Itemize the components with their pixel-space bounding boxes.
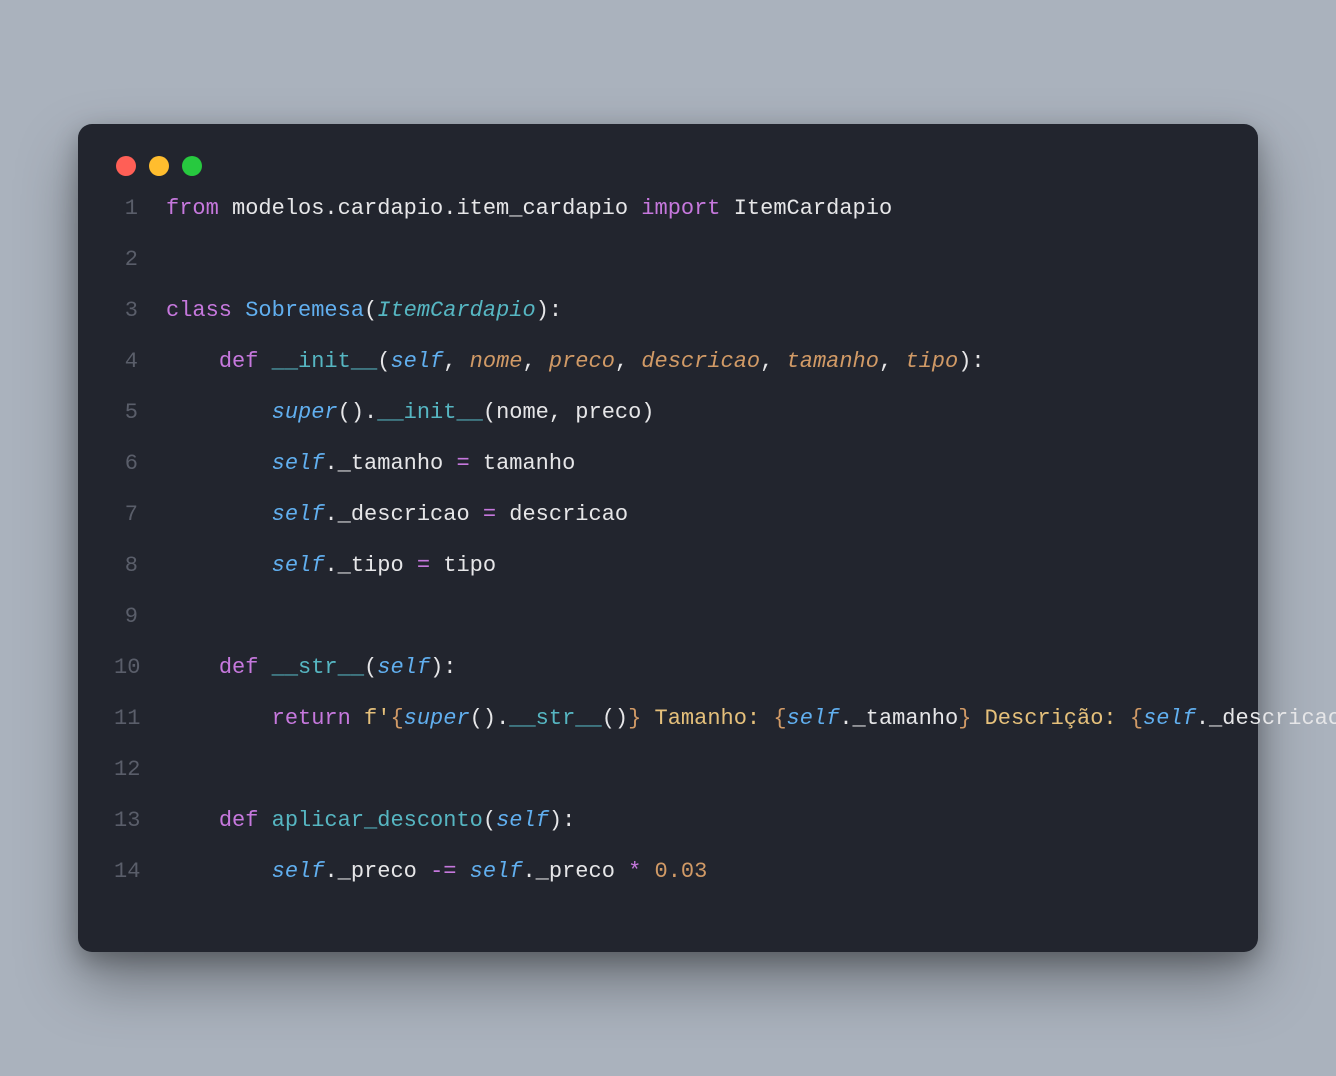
line-number: 2 bbox=[114, 249, 166, 271]
code-text: def aplicar_desconto(self): bbox=[166, 810, 575, 832]
line-number: 1 bbox=[114, 198, 166, 220]
line-number: 11 bbox=[114, 708, 166, 730]
zoom-icon[interactable] bbox=[182, 156, 202, 176]
code-editor-window: 1 from modelos.cardapio.item_cardapio im… bbox=[78, 124, 1258, 952]
line-number: 12 bbox=[114, 759, 166, 781]
code-text: class Sobremesa(ItemCardapio): bbox=[166, 300, 562, 322]
line-number: 4 bbox=[114, 351, 166, 373]
code-line: 2 bbox=[114, 249, 1222, 300]
code-text: self._descricao = descricao bbox=[166, 504, 628, 526]
line-number: 14 bbox=[114, 861, 166, 883]
minimize-icon[interactable] bbox=[149, 156, 169, 176]
line-number: 3 bbox=[114, 300, 166, 322]
code-line: 7 self._descricao = descricao bbox=[114, 504, 1222, 555]
line-number: 6 bbox=[114, 453, 166, 475]
code-text: super().__init__(nome, preco) bbox=[166, 402, 655, 424]
line-number: 13 bbox=[114, 810, 166, 832]
close-icon[interactable] bbox=[116, 156, 136, 176]
line-number: 8 bbox=[114, 555, 166, 577]
code-line: 6 self._tamanho = tamanho bbox=[114, 453, 1222, 504]
code-line: 9 bbox=[114, 606, 1222, 657]
line-number: 5 bbox=[114, 402, 166, 424]
code-line: 8 self._tipo = tipo bbox=[114, 555, 1222, 606]
code-line: 12 bbox=[114, 759, 1222, 810]
code-line: 14 self._preco -= self._preco * 0.03 bbox=[114, 861, 1222, 912]
code-text: self._tamanho = tamanho bbox=[166, 453, 575, 475]
line-number: 7 bbox=[114, 504, 166, 526]
code-text: from modelos.cardapio.item_cardapio impo… bbox=[166, 198, 892, 220]
code-line: 11 return f'{super().__str__()} Tamanho:… bbox=[114, 708, 1222, 759]
code-area[interactable]: 1 from modelos.cardapio.item_cardapio im… bbox=[114, 198, 1222, 912]
code-text: return f'{super().__str__()} Tamanho: {s… bbox=[166, 708, 1336, 730]
code-text: self._preco -= self._preco * 0.03 bbox=[166, 861, 707, 883]
code-line: 10 def __str__(self): bbox=[114, 657, 1222, 708]
code-text: def __init__(self, nome, preco, descrica… bbox=[166, 351, 985, 373]
code-text: def __str__(self): bbox=[166, 657, 456, 679]
code-line: 3 class Sobremesa(ItemCardapio): bbox=[114, 300, 1222, 351]
code-line: 1 from modelos.cardapio.item_cardapio im… bbox=[114, 198, 1222, 249]
line-number: 10 bbox=[114, 657, 166, 679]
line-number: 9 bbox=[114, 606, 166, 628]
code-line: 13 def aplicar_desconto(self): bbox=[114, 810, 1222, 861]
code-line: 4 def __init__(self, nome, preco, descri… bbox=[114, 351, 1222, 402]
window-controls bbox=[114, 152, 1222, 198]
code-line: 5 super().__init__(nome, preco) bbox=[114, 402, 1222, 453]
code-text: self._tipo = tipo bbox=[166, 555, 496, 577]
